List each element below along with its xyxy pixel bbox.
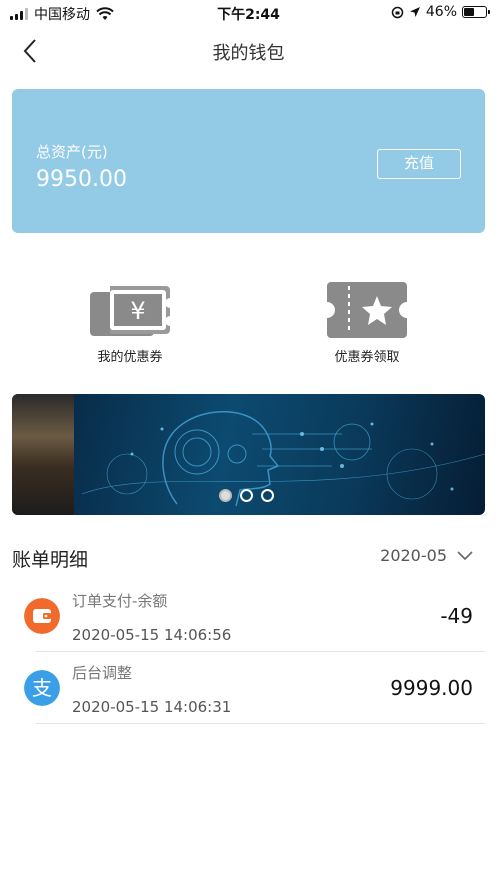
battery-percent: 46% — [425, 4, 457, 20]
record-title: 订单支付-余额 — [72, 592, 168, 610]
record-amount: -49 — [440, 604, 473, 628]
month-selector[interactable]: 2020-05 — [380, 546, 473, 565]
banner-dot-2[interactable] — [240, 489, 253, 502]
bill-record[interactable]: 订单支付-余额 2020-05-15 14:06:56 -49 — [12, 580, 485, 652]
total-assets-label: 总资产(元) — [36, 143, 108, 161]
svg-text:¥: ¥ — [130, 297, 145, 325]
banner-pager — [219, 489, 274, 502]
page-title: 我的钱包 — [212, 43, 285, 64]
yuan-coupon-icon: ¥ — [90, 286, 170, 336]
status-bar: 中国移动 下午2:44 46% — [0, 0, 497, 26]
alipay-icon: 支 — [24, 670, 60, 706]
bill-details-title: 账单明细 — [12, 549, 89, 571]
star-coupon-icon — [327, 282, 407, 338]
my-coupons-label: 我的优惠券 — [97, 350, 163, 365]
wallet-icon — [24, 598, 60, 634]
svg-text:支: 支 — [32, 676, 52, 700]
promo-banner[interactable] — [12, 394, 485, 515]
record-time: 2020-05-15 14:06:56 — [72, 626, 232, 644]
recharge-button[interactable]: 充值 — [377, 149, 461, 179]
wallet-card: 总资产(元) 9950.00 充值 — [12, 89, 485, 233]
record-time: 2020-05-15 14:06:31 — [72, 698, 232, 716]
divider — [36, 723, 485, 724]
orientation-lock-icon — [391, 6, 404, 18]
location-icon — [409, 7, 420, 17]
battery-level — [464, 8, 474, 16]
banner-dot-1[interactable] — [219, 489, 232, 502]
selected-month: 2020-05 — [380, 546, 447, 565]
record-amount: 9999.00 — [390, 676, 473, 700]
get-coupons-entry[interactable]: 优惠券领取 — [307, 280, 427, 365]
bill-record[interactable]: 支 后台调整 2020-05-15 14:06:31 9999.00 — [12, 652, 485, 724]
get-coupons-label: 优惠券领取 — [334, 350, 400, 365]
chevron-down-icon — [457, 550, 473, 560]
banner-dot-3[interactable] — [261, 489, 274, 502]
status-right: 46% — [391, 4, 490, 20]
record-title: 后台调整 — [72, 664, 133, 682]
my-coupons-entry[interactable]: ¥ 我的优惠券 — [70, 280, 190, 365]
battery-icon — [462, 6, 490, 18]
nav-bar: 我的钱包 — [0, 26, 497, 76]
total-assets-value: 9950.00 — [36, 167, 127, 192]
